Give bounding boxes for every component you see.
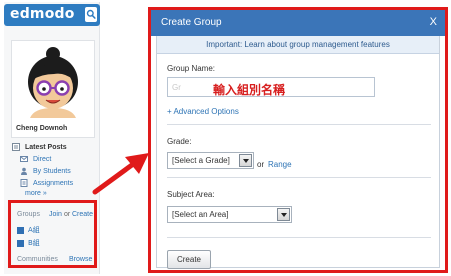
latest-posts-icon — [12, 143, 20, 151]
dropdown-arrow — [242, 158, 249, 163]
range-link[interactable]: Range — [268, 160, 292, 169]
group-name-label: Group Name: — [167, 64, 216, 73]
by-students-link[interactable]: By Students — [33, 168, 71, 175]
edmodo-logo[interactable]: edmodo — [4, 4, 100, 26]
group-icon — [17, 239, 24, 247]
divider — [167, 177, 431, 178]
subject-area-label: Subject Area: — [167, 190, 215, 199]
browse-communities-link[interactable]: Browse — [69, 256, 92, 263]
create-group-link[interactable]: Create — [72, 211, 93, 218]
filter-assignments[interactable]: Assignments — [20, 178, 73, 188]
group-label: A組 — [28, 226, 40, 234]
latest-posts: Latest Posts Direct By Students Assignme… — [12, 140, 94, 202]
groups-section-highlight: Groups Join or Create A組 B組 Communities … — [8, 200, 97, 268]
logo-text: edmodo — [10, 6, 75, 22]
dropdown-arrow — [280, 212, 287, 217]
grade-select-value: [Select a Grade] — [172, 156, 230, 165]
more-link-label: more — [25, 190, 41, 197]
join-group-link[interactable]: Join — [49, 211, 62, 218]
groups-heading: Groups — [17, 211, 40, 218]
grade-select[interactable]: [Select a Grade] — [167, 152, 254, 169]
grade-or-text: or — [257, 160, 265, 169]
subject-area-select-value: [Select an Area] — [172, 210, 229, 219]
dialog-titlebar: Create Group X — [151, 10, 445, 36]
divider — [167, 124, 431, 125]
group-icon — [17, 226, 24, 234]
divider — [167, 237, 431, 238]
join-or-text: or — [64, 211, 71, 218]
grade-label: Grade: — [167, 137, 192, 146]
communities-heading: Communities — [17, 256, 58, 263]
assignments-icon — [20, 179, 28, 187]
more-link[interactable]: more » — [25, 190, 47, 197]
profile-card: Cheng Downoh — [11, 40, 95, 138]
group-label: B組 — [28, 239, 40, 247]
assignments-link[interactable]: Assignments — [33, 180, 73, 187]
chevron-down-icon[interactable] — [239, 154, 252, 167]
chevron-down-icon[interactable] — [277, 208, 290, 221]
latest-posts-title: Latest Posts — [25, 143, 67, 151]
direct-icon — [20, 156, 28, 162]
group-name-input[interactable] — [167, 77, 375, 97]
filter-direct[interactable]: Direct — [20, 154, 51, 164]
info-banner-text[interactable]: Important: Learn about group management … — [206, 40, 390, 49]
create-button[interactable]: Create — [167, 250, 211, 269]
latest-posts-header[interactable]: Latest Posts — [12, 142, 67, 152]
dialog-body: Important: Learn about group management … — [156, 36, 440, 269]
profile-name[interactable]: Cheng Downoh — [16, 125, 67, 132]
avatar[interactable] — [16, 44, 90, 118]
dialog-title: Create Group — [161, 17, 222, 28]
advanced-options-link[interactable]: + Advanced Options — [167, 107, 239, 116]
group-item-a[interactable]: A組 — [17, 225, 40, 235]
filter-by-students[interactable]: By Students — [20, 166, 71, 176]
subject-area-select[interactable]: [Select an Area] — [167, 206, 292, 223]
pointer-arrow — [92, 153, 149, 195]
create-group-dialog: Create Group X Important: Learn about gr… — [148, 7, 448, 273]
direct-link[interactable]: Direct — [33, 156, 51, 163]
info-banner[interactable]: Important: Learn about group management … — [157, 36, 439, 54]
students-icon — [21, 167, 27, 175]
group-item-b[interactable]: B組 — [17, 238, 40, 248]
close-button[interactable]: X — [430, 16, 437, 28]
search-icon[interactable] — [85, 7, 97, 22]
